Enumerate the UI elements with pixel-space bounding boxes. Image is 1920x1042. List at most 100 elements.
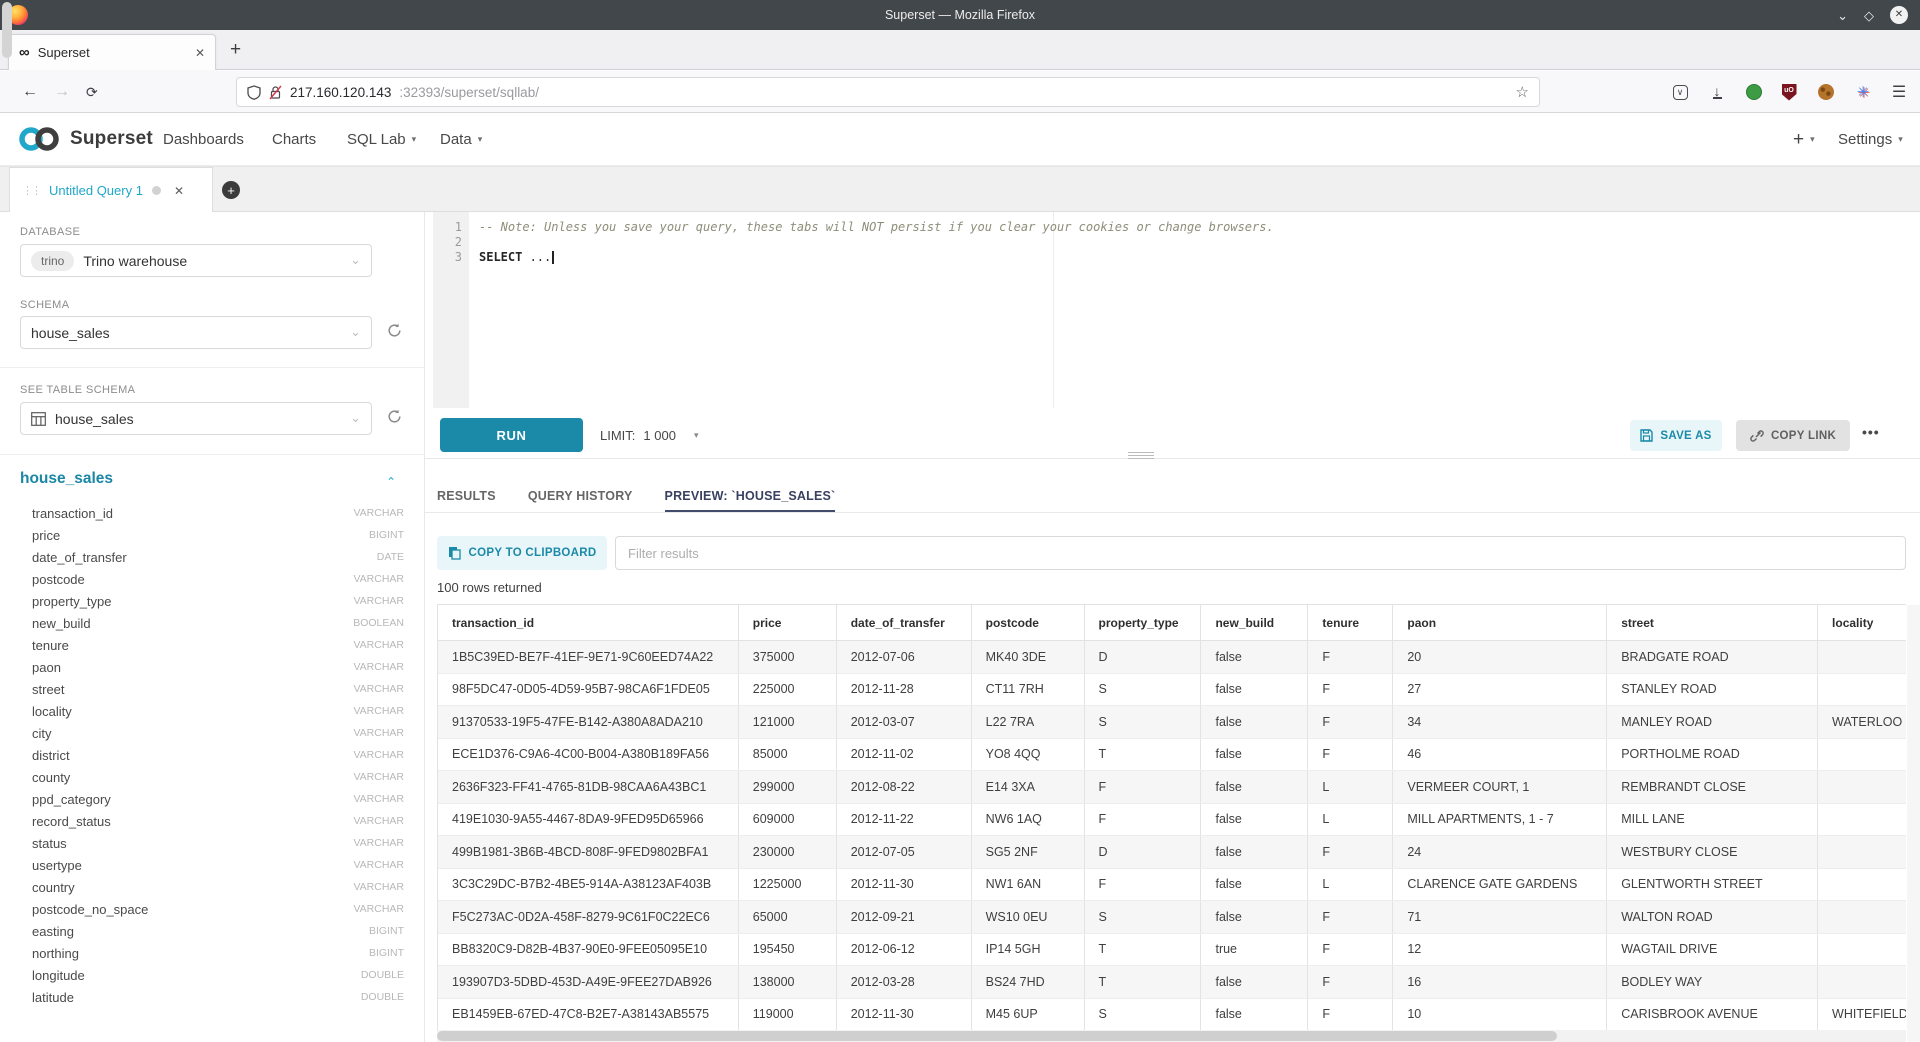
nav-charts[interactable]: Charts — [272, 113, 316, 165]
column-header-property_type[interactable]: property_type — [1085, 605, 1202, 640]
more-options-button[interactable]: ••• — [1862, 424, 1880, 440]
collapse-chevron-icon[interactable]: ⌄ — [386, 474, 396, 488]
ublock-shield-icon[interactable]: uO — [1774, 71, 1804, 113]
new-tab-button[interactable]: + — [230, 40, 241, 59]
reload-button[interactable]: ⟳ — [86, 71, 98, 113]
database-select[interactable]: trino Trino warehouse ⌄ — [20, 244, 372, 277]
column-header-locality[interactable]: locality — [1818, 605, 1906, 640]
column-header-price[interactable]: price — [739, 605, 837, 640]
column-header-tenure[interactable]: tenure — [1308, 605, 1393, 640]
run-button[interactable]: RUN — [440, 418, 583, 452]
schema-value: house_sales — [31, 325, 110, 341]
column-header-postcode[interactable]: postcode — [972, 605, 1085, 640]
column-type: VARCHAR — [353, 507, 404, 519]
url-host: 217.160.120.143 — [290, 85, 391, 100]
column-type: BIGINT — [369, 925, 404, 937]
column-header-street[interactable]: street — [1607, 605, 1818, 640]
shield-icon[interactable] — [247, 85, 261, 100]
copy-to-clipboard-button[interactable]: COPY TO CLIPBOARD — [437, 536, 607, 570]
nav-data[interactable]: Data▾ — [440, 113, 482, 165]
vertical-scrollbar[interactable] — [1907, 605, 1920, 1042]
nav-add-button[interactable]: +▾ — [1793, 113, 1815, 165]
table-select[interactable]: house_sales ⌄ — [20, 402, 372, 435]
table-cell: false — [1201, 771, 1308, 803]
resize-grip[interactable] — [1128, 452, 1154, 459]
column-type: DOUBLE — [361, 969, 404, 981]
schema-column-row: usertypeVARCHAR — [20, 854, 404, 876]
url-field[interactable]: 217.160.120.143:32393/superset/sqllab/ ☆ — [236, 77, 1540, 107]
tab-query-history[interactable]: QUERY HISTORY — [528, 479, 633, 513]
sql-code-line: SELECT ... — [479, 250, 554, 264]
nav-settings[interactable]: Settings▾ — [1838, 113, 1903, 165]
table-cell: 46 — [1393, 739, 1607, 771]
drag-handle-icon[interactable]: ⋮⋮ — [22, 184, 40, 197]
chevron-down-icon: ▾ — [1898, 134, 1903, 145]
column-header-transaction_id[interactable]: transaction_id — [438, 605, 739, 640]
window-maximize-icon[interactable]: ◇ — [1864, 9, 1874, 22]
insecure-lock-icon[interactable] — [269, 85, 282, 100]
table-schema-heading[interactable]: house_sales — [20, 470, 113, 488]
downloads-icon[interactable]: ↓ — [1702, 71, 1732, 113]
browser-tab[interactable]: ∞ Superset ✕ — [8, 34, 216, 70]
table-cell — [1818, 674, 1906, 706]
database-label: DATABASE — [20, 226, 80, 238]
save-as-button[interactable]: SAVE AS — [1630, 420, 1722, 451]
horizontal-scrollbar[interactable] — [437, 1030, 1906, 1042]
table-cell: 2012-11-22 — [837, 804, 972, 836]
table-cell: 2012-07-06 — [837, 641, 972, 673]
nav-dashboards[interactable]: Dashboards — [163, 113, 244, 165]
table-row: BB8320C9-D82B-4B37-90E0-9FEE05095E101954… — [438, 934, 1906, 967]
cookie-extension-icon[interactable] — [1811, 71, 1841, 113]
sql-editor[interactable]: 1 2 3 -- Note: Unless you save your quer… — [425, 212, 1920, 408]
schema-column-row: priceBIGINT — [20, 524, 404, 546]
menu-hamburger-icon[interactable]: ☰ — [1884, 71, 1914, 113]
tab-preview-house-sales[interactable]: PREVIEW: `HOUSE_SALES` — [665, 479, 836, 513]
vscroll-thumb[interactable] — [2, 2, 12, 58]
nav-sql-lab[interactable]: SQL Lab▾ — [347, 113, 416, 165]
pocket-icon[interactable]: ∨ — [1665, 71, 1695, 113]
window-close-icon[interactable]: ✕ — [1890, 6, 1908, 24]
column-name: price — [20, 528, 369, 543]
table-cell: T — [1085, 966, 1202, 998]
query-tab[interactable]: ⋮⋮ Untitled Query 1 ✕ — [9, 167, 213, 213]
refresh-tables-icon[interactable] — [386, 408, 406, 428]
table-row: 193907D3-5DBD-453D-A49E-9FEE27DAB9261380… — [438, 966, 1906, 999]
table-cell: false — [1201, 804, 1308, 836]
column-header-paon[interactable]: paon — [1393, 605, 1607, 640]
column-type: VARCHAR — [353, 749, 404, 761]
tab-close-icon[interactable]: ✕ — [195, 46, 205, 60]
table-cell: 609000 — [739, 804, 837, 836]
back-button[interactable]: ← — [22, 71, 38, 113]
extension-green-icon[interactable] — [1739, 71, 1769, 113]
column-name: property_type — [20, 594, 353, 609]
database-value: Trino warehouse — [83, 253, 187, 269]
table-cell: MK40 3DE — [972, 641, 1085, 673]
query-tab-close-icon[interactable]: ✕ — [174, 184, 184, 198]
limit-value: 1 000 — [643, 428, 676, 443]
superset-brand[interactable]: Superset — [16, 124, 153, 154]
column-header-date_of_transfer[interactable]: date_of_transfer — [837, 605, 972, 640]
table-cell: 419E1030-9A55-4467-8DA9-9FED95D65966 — [438, 804, 739, 836]
filter-results-input[interactable] — [615, 536, 1906, 570]
table-cell: F5C273AC-0D2A-458F-8279-9C61F0C22EC6 — [438, 901, 739, 933]
column-type: BOOLEAN — [353, 617, 404, 629]
bookmark-star-icon[interactable]: ☆ — [1516, 83, 1529, 101]
hscroll-thumb[interactable] — [437, 1031, 1557, 1041]
schema-column-row: ppd_categoryVARCHAR — [20, 788, 404, 810]
table-cell: F — [1308, 739, 1393, 771]
window-minimize-icon[interactable]: ⌄ — [1837, 9, 1848, 22]
table-cell: 193907D3-5DBD-453D-A49E-9FEE27DAB926 — [438, 966, 739, 998]
table-row: F5C273AC-0D2A-458F-8279-9C61F0C22EC66500… — [438, 901, 1906, 934]
copy-link-button[interactable]: COPY LINK — [1736, 420, 1850, 451]
add-query-tab-button[interactable]: + — [222, 181, 240, 199]
container-asterisk-icon[interactable]: ✳ — [1848, 71, 1878, 113]
table-cell: 119000 — [739, 999, 837, 1031]
column-header-new_build[interactable]: new_build — [1201, 605, 1308, 640]
brand-name: Superset — [70, 128, 153, 150]
schema-select[interactable]: house_sales ⌄ — [20, 316, 372, 349]
table-cell: 195450 — [739, 934, 837, 966]
refresh-schemas-icon[interactable] — [386, 322, 406, 342]
limit-dropdown[interactable]: LIMIT: 1 000 ▾ — [600, 418, 698, 452]
tab-results[interactable]: RESULTS — [437, 479, 496, 513]
table-cell: BRADGATE ROAD — [1607, 641, 1818, 673]
